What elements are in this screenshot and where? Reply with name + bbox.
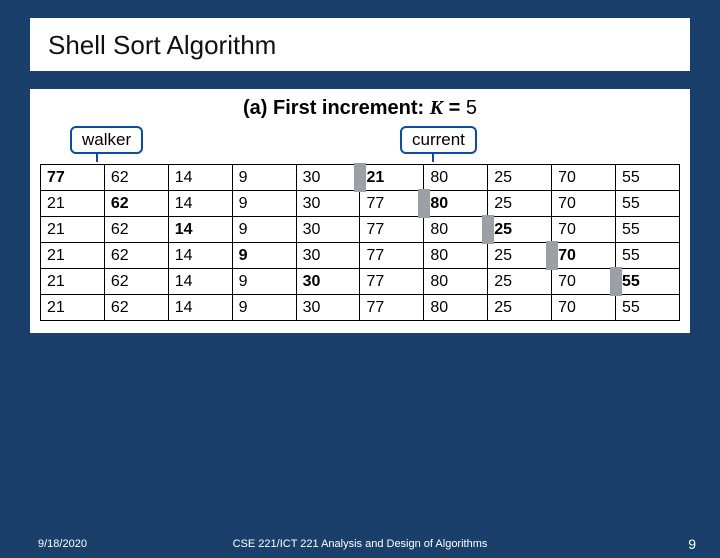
array-cell: 21 (360, 165, 424, 191)
array-cell: 77 (360, 243, 424, 269)
array-cell: 77 (360, 269, 424, 295)
caption-bold: First increment: (273, 97, 430, 119)
pointer-labels: walker current (40, 126, 680, 160)
array-cell: 14 (168, 217, 232, 243)
array-cell: 70 (552, 269, 616, 295)
current-leader (432, 152, 434, 162)
array-cell: 9 (232, 269, 296, 295)
array-cell: 9 (232, 243, 296, 269)
array-cell: 25 (488, 269, 552, 295)
array-cell: 62 (104, 191, 168, 217)
array-cell: 25 (488, 191, 552, 217)
array-cell: 14 (168, 269, 232, 295)
array-cell: 30 (296, 217, 360, 243)
array-cell: 21 (41, 191, 105, 217)
array-cell: 77 (41, 165, 105, 191)
array-cell: 25 (488, 165, 552, 191)
array-cell: 30 (296, 295, 360, 321)
array-cell: 21 (41, 217, 105, 243)
array-cell: 55 (616, 217, 680, 243)
array-cell: 14 (168, 243, 232, 269)
table-row: 2162149307780257055 (41, 295, 680, 321)
array-cell: 21 (41, 243, 105, 269)
array-cell: 9 (232, 165, 296, 191)
array-cell: 9 (232, 217, 296, 243)
table-row: 2162149307780257055 (41, 191, 680, 217)
array-cell: 62 (104, 165, 168, 191)
array-cell: 70 (552, 295, 616, 321)
array-cell: 70 (552, 243, 616, 269)
table-row: 2162149307780257055 (41, 243, 680, 269)
table-row: 2162149307780257055 (41, 269, 680, 295)
table-row: 2162149307780257055 (41, 217, 680, 243)
array-cell: 80 (424, 295, 488, 321)
array-cell: 70 (552, 191, 616, 217)
caption-k: K (430, 97, 443, 119)
array-cell: 25 (488, 243, 552, 269)
array-cell: 80 (424, 191, 488, 217)
array-cell: 80 (424, 217, 488, 243)
page-number: 9 (688, 536, 696, 552)
array-cell: 70 (552, 217, 616, 243)
walker-label: walker (70, 126, 143, 154)
array-cell: 70 (552, 165, 616, 191)
title-bar: Shell Sort Algorithm (30, 18, 690, 71)
array-cell: 14 (168, 191, 232, 217)
array-cell: 14 (168, 165, 232, 191)
array-cell: 30 (296, 165, 360, 191)
array-cell: 62 (104, 217, 168, 243)
array-cell: 30 (296, 269, 360, 295)
caption-eq: = (443, 97, 466, 119)
array-cell: 30 (296, 191, 360, 217)
array-cell: 55 (616, 269, 680, 295)
array-cell: 55 (616, 191, 680, 217)
array-cell: 62 (104, 269, 168, 295)
array-cell: 9 (232, 295, 296, 321)
array-cell: 80 (424, 165, 488, 191)
array-cell: 30 (296, 243, 360, 269)
array-cell: 80 (424, 243, 488, 269)
current-label: current (400, 126, 477, 154)
table-row: 7762149302180257055 (41, 165, 680, 191)
array-cell: 21 (41, 269, 105, 295)
array-cell: 62 (104, 243, 168, 269)
array-cell: 77 (360, 295, 424, 321)
array-cell: 77 (360, 217, 424, 243)
array-cell: 25 (488, 295, 552, 321)
array-cell: 55 (616, 165, 680, 191)
array-cell: 55 (616, 243, 680, 269)
caption-kval: 5 (466, 97, 477, 119)
content-area: (a) First increment: K = 5 walker curren… (30, 89, 690, 333)
array-cell: 14 (168, 295, 232, 321)
array-cell: 21 (41, 295, 105, 321)
array-cell: 9 (232, 191, 296, 217)
array-grid: 7762149302180257055216214930778025705521… (40, 164, 680, 321)
slide-title: Shell Sort Algorithm (48, 30, 672, 61)
array-cell: 55 (616, 295, 680, 321)
array-cell: 25 (488, 217, 552, 243)
array-cell: 77 (360, 191, 424, 217)
array-cell: 80 (424, 269, 488, 295)
figure-caption: (a) First increment: K = 5 (40, 97, 680, 120)
walker-leader (96, 152, 98, 162)
array-cell: 62 (104, 295, 168, 321)
caption-prefix: (a) (243, 97, 273, 119)
